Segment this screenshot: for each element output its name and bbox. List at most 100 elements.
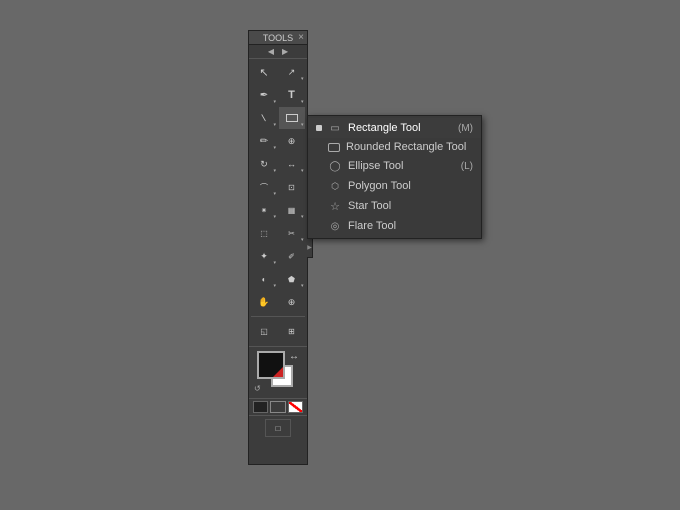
- ellipse-tool-menu-item[interactable]: Ellipse Tool (L): [308, 156, 481, 176]
- empty-indicator2: [316, 163, 322, 169]
- rectangle-tool-menu-item[interactable]: Rectangle Tool (M): [308, 118, 481, 138]
- line-tool-button[interactable]: / ▾: [251, 107, 277, 129]
- pen-icon: ✒: [260, 90, 268, 101]
- submenu-arrow-icon10: ▾: [273, 214, 276, 220]
- transform-icon: ⊡: [288, 183, 295, 192]
- submenu-arrow-icon15: ▾: [301, 283, 304, 289]
- brush-icon: ✏: [260, 136, 268, 147]
- ellipse-tool-label: Ellipse Tool: [348, 160, 403, 172]
- artboard-button[interactable]: ⬚: [251, 222, 277, 244]
- rectangle-tool-icon: [328, 121, 342, 135]
- tool-grid: ↖ ↗ ▾ ✒ ▾ T ▾ / ▾ ▾: [249, 59, 307, 344]
- gradient-tool-button[interactable]: ◱: [251, 320, 277, 342]
- blend-icon: ◐: [262, 275, 267, 284]
- none-mode-button[interactable]: [288, 401, 303, 413]
- arrow2-icon: ↗: [288, 67, 296, 78]
- paint-icon: ⬟: [288, 275, 295, 284]
- ellipse-tool-icon: [328, 159, 342, 173]
- toolbar-title: TOOLS ×: [249, 31, 307, 45]
- submenu-arrow-icon3: ▾: [301, 99, 304, 105]
- blob-brush-tool-button[interactable]: ⊕: [279, 130, 305, 152]
- live-paint-button[interactable]: ⬟ ▾: [279, 268, 305, 290]
- submenu-arrow-icon: ▾: [301, 76, 304, 82]
- star-tool-menu-item[interactable]: Star Tool: [308, 196, 481, 216]
- submenu-arrow-icon2: ▾: [273, 99, 276, 105]
- reset-colors-icon[interactable]: ↺: [254, 384, 261, 393]
- submenu-arrow-icon13: ▾: [273, 260, 276, 266]
- paintbrush-tool-button[interactable]: ✏ ▾: [251, 130, 277, 152]
- panel-collapse-icon[interactable]: ◀: [268, 47, 274, 56]
- stroke-mode-button[interactable]: [270, 401, 285, 413]
- polygon-tool-menu-item[interactable]: Polygon Tool: [308, 176, 481, 196]
- blend-button[interactable]: ◐ ▾: [251, 268, 277, 290]
- eyedropper-button[interactable]: ✦ ▾: [251, 245, 277, 267]
- panel-expand-icon[interactable]: ▶: [282, 47, 288, 56]
- view-mode-section: □: [249, 415, 307, 440]
- rectangle-tool-label: Rectangle Tool: [348, 122, 421, 134]
- toolbar-title-text: TOOLS: [263, 33, 293, 43]
- submenu-arrow-icon4: ▾: [273, 122, 276, 128]
- rectangle-icon: [286, 114, 298, 122]
- polygon-tool-label: Polygon Tool: [348, 180, 411, 192]
- hand-icon: ✋: [258, 297, 269, 308]
- selection-tool-button[interactable]: ↖: [251, 61, 277, 83]
- submenu-arrow-icon14: ▾: [273, 283, 276, 289]
- warp-tool-button[interactable]: ⌒ ▾: [251, 176, 277, 198]
- ellipse-tool-shortcut: (L): [461, 161, 473, 172]
- submenu-arrow-icon7: ▾: [273, 168, 276, 174]
- active-indicator: [316, 125, 322, 131]
- color-section: ↔ ↺: [249, 346, 307, 398]
- fill-mode-button[interactable]: [253, 401, 268, 413]
- shape-tool-button[interactable]: ▾: [279, 107, 305, 129]
- rotate-tool-button[interactable]: ↻ ▾: [251, 153, 277, 175]
- reflect-tool-button[interactable]: ↔ ▾: [279, 153, 305, 175]
- mesh-icon: ⊞: [288, 327, 295, 336]
- flare-tool-menu-item[interactable]: Flare Tool: [308, 216, 481, 236]
- reflect-icon: ↔: [287, 159, 296, 169]
- column-graph-button[interactable]: ▦ ▾: [279, 199, 305, 221]
- zoom-button[interactable]: ⊕: [279, 291, 305, 313]
- star-tool-label: Star Tool: [348, 200, 391, 212]
- panel-grab-handle[interactable]: ▶: [307, 238, 313, 258]
- slice-button[interactable]: ✂ ▾: [279, 222, 305, 244]
- rectangle-tool-shortcut: (M): [458, 123, 473, 134]
- star-tool-icon: [328, 199, 342, 213]
- empty-indicator5: [316, 223, 322, 229]
- slice-icon: ✂: [288, 229, 295, 238]
- eyedropper-icon: ✦: [260, 251, 268, 262]
- shape-tools-dropdown: Rectangle Tool (M) Rounded Rectangle Too…: [307, 115, 482, 239]
- normal-view-button[interactable]: □: [265, 419, 291, 437]
- foreground-swatch[interactable]: [257, 351, 285, 379]
- mode-section: [249, 398, 307, 415]
- measure-icon: ✐: [288, 252, 295, 261]
- empty-indicator4: [316, 203, 322, 209]
- arrow-icon: ↖: [259, 66, 268, 79]
- empty-indicator: [316, 144, 322, 150]
- empty-indicator3: [316, 183, 322, 189]
- graph-icon: ▦: [288, 206, 296, 215]
- polygon-tool-icon: [328, 179, 342, 193]
- artboard-icon: ⬚: [260, 229, 268, 238]
- submenu-arrow-icon6: ▾: [273, 145, 276, 151]
- submenu-arrow-icon8: ▾: [301, 168, 304, 174]
- rotate-icon: ↻: [260, 159, 268, 170]
- rounded-rectangle-tool-menu-item[interactable]: Rounded Rectangle Tool: [308, 138, 481, 156]
- hand-button[interactable]: ✋: [251, 291, 277, 313]
- submenu-arrow-icon9: ▾: [273, 191, 276, 197]
- free-transform-button[interactable]: ⊡: [279, 176, 305, 198]
- measure-button[interactable]: ✐: [279, 245, 305, 267]
- pen-tool-button[interactable]: ✒ ▾: [251, 84, 277, 106]
- swap-colors-icon[interactable]: ↔: [289, 351, 299, 362]
- toolbar-panel: TOOLS × ◀ ▶ ↖ ↗ ▾ ✒ ▾ T ▾: [248, 30, 308, 465]
- direct-select-tool-button[interactable]: ↗ ▾: [279, 61, 305, 83]
- type-icon: T: [288, 89, 295, 101]
- warp-icon: ⌒: [260, 182, 268, 193]
- zoom-icon: ⊕: [288, 297, 296, 308]
- symbol-spray-button[interactable]: ⁕ ▾: [251, 199, 277, 221]
- submenu-arrow-icon12: ▾: [301, 237, 304, 243]
- spray-icon: ⁕: [261, 206, 268, 215]
- mesh-button[interactable]: ⊞: [279, 320, 305, 342]
- line-icon: /: [259, 113, 269, 123]
- close-icon[interactable]: ×: [298, 32, 304, 43]
- type-tool-button[interactable]: T ▾: [279, 84, 305, 106]
